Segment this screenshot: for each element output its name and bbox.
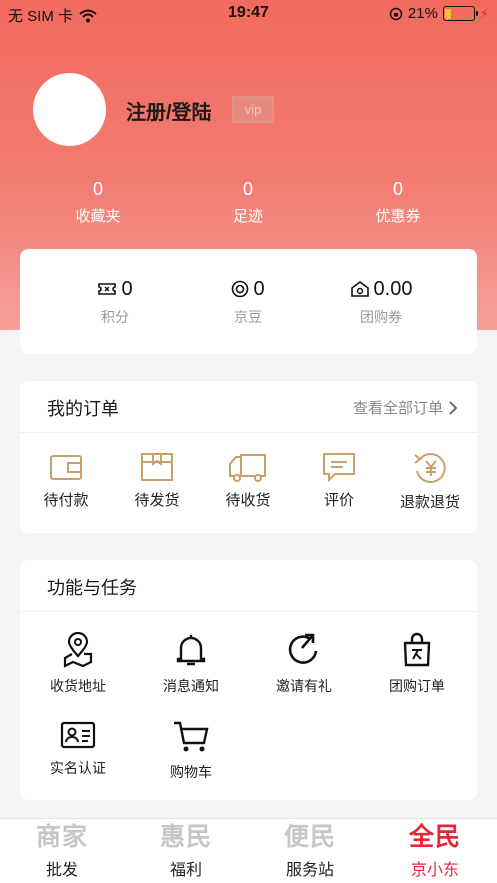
coin-icon (232, 280, 249, 298)
jd-beans-value: 0 (253, 277, 265, 300)
ticket-icon (98, 283, 117, 295)
tab-benefits[interactable]: 惠民 福利 (124, 819, 248, 883)
order-pending-receipt[interactable]: 待收货 (202, 451, 294, 510)
battery-percent: 21% (407, 5, 438, 22)
wallet-icon (50, 455, 82, 480)
battery-icon (442, 6, 478, 21)
task-group-orders[interactable]: 团购订单 (362, 632, 472, 696)
task-real-name-auth[interactable]: 实名认证 (23, 720, 133, 778)
order-label: 待发货 (134, 492, 180, 509)
task-invite[interactable]: 邀请有礼 (249, 632, 359, 696)
refund-icon (414, 453, 446, 484)
location-icon (63, 632, 93, 668)
invite-icon (288, 633, 318, 664)
box-icon (141, 453, 173, 481)
task-label: 消息通知 (163, 678, 219, 694)
task-shopping-cart[interactable]: 购物车 (136, 720, 246, 782)
order-pending-payment[interactable]: 待付款 (20, 451, 112, 510)
stat-value: 0 (392, 179, 403, 199)
task-label: 收货地址 (50, 678, 106, 694)
vip-badge: vip (232, 96, 274, 123)
task-shipping-address[interactable]: 收货地址 (23, 632, 133, 696)
cart-icon (174, 721, 209, 752)
task-label: 邀请有礼 (276, 678, 332, 694)
login-register-link[interactable]: 注册/登陆 (126, 96, 212, 125)
order-review[interactable]: 评价 (293, 451, 385, 510)
bell-icon (176, 635, 206, 666)
stat-value: 0 (242, 179, 253, 199)
stat-label: 优惠券 (375, 208, 421, 225)
tab-jingxiaodong[interactable]: 全民 京小东 (373, 819, 497, 883)
points-card: 0 积分 0 京豆 0.00 团购券 (20, 249, 477, 354)
tasks-header: 功能与任务 (20, 560, 477, 612)
shopping-bag-icon (403, 632, 431, 667)
order-label: 评价 (323, 492, 354, 509)
stat-label: 足迹 (232, 208, 263, 225)
comment-icon (323, 453, 355, 483)
tasks-title: 功能与任务 (47, 578, 137, 598)
points-label: 积分 (101, 309, 129, 325)
tab-label: 服务站 (285, 862, 334, 879)
view-all-orders-label: 查看全部订单 (352, 400, 443, 417)
tab-label: 批发 (45, 862, 78, 879)
jd-beans-item[interactable]: 0 京豆 (173, 277, 323, 327)
task-label: 购物车 (170, 764, 212, 780)
order-pending-shipment[interactable]: 待发货 (111, 451, 203, 510)
tab-logo-text: 全民 (408, 823, 461, 851)
orders-header: 我的订单 查看全部订单 (20, 381, 477, 433)
points-value: 0 (121, 277, 133, 300)
avatar[interactable] (33, 73, 106, 146)
task-notifications[interactable]: 消息通知 (136, 632, 246, 696)
order-label: 待收货 (225, 492, 271, 509)
order-label: 退款退货 (399, 494, 460, 511)
jd-beans-label: 京豆 (234, 309, 262, 325)
group-coupon-label: 团购券 (360, 309, 402, 325)
view-all-orders-link[interactable]: 查看全部订单 (353, 397, 457, 418)
stat-coupons[interactable]: 0 优惠券 (338, 178, 458, 226)
chevron-right-icon (449, 400, 457, 415)
points-item[interactable]: 0 积分 (40, 277, 190, 327)
tab-logo-text: 商家 (35, 823, 88, 851)
group-coupon-item[interactable]: 0.00 团购券 (306, 277, 456, 327)
tab-merchants[interactable]: 商家 批发 (0, 819, 124, 883)
tab-label: 福利 (169, 862, 202, 879)
truck-icon (229, 454, 266, 482)
group-coupon-icon (350, 281, 369, 297)
task-label: 团购订单 (389, 678, 445, 694)
tab-label: 京小东 (410, 862, 459, 879)
order-label: 待付款 (43, 492, 89, 509)
id-card-icon (60, 721, 96, 749)
status-bar: 无 SIM 卡 19:47 21% ⚡ (0, 0, 497, 28)
bottom-tab-bar: 商家 批发 惠民 福利 便民 服务站 全民 京小东 (0, 818, 497, 883)
orders-title: 我的订单 (47, 399, 119, 419)
tab-logo-text: 便民 (283, 823, 336, 851)
orders-card: 我的订单 查看全部订单 待付款 待发货 待收货 评价 退款退货 (20, 381, 477, 533)
tasks-card: 功能与任务 收货地址 消息通知 邀请有礼 团购订单 实名认证 购物车 (20, 560, 477, 800)
stat-footprint[interactable]: 0 足迹 (188, 178, 308, 226)
rotation-lock-icon (389, 7, 403, 20)
tab-service-station[interactable]: 便民 服务站 (248, 819, 372, 883)
order-refund[interactable]: 退款退货 (384, 451, 476, 512)
stat-label: 收藏夹 (75, 208, 121, 225)
tab-logo-text: 惠民 (159, 823, 212, 851)
charging-icon: ⚡ (479, 5, 489, 21)
group-coupon-value: 0.00 (373, 277, 413, 300)
stat-favorites[interactable]: 0 收藏夹 (38, 178, 158, 226)
task-label: 实名认证 (50, 760, 106, 776)
stat-value: 0 (92, 179, 103, 199)
